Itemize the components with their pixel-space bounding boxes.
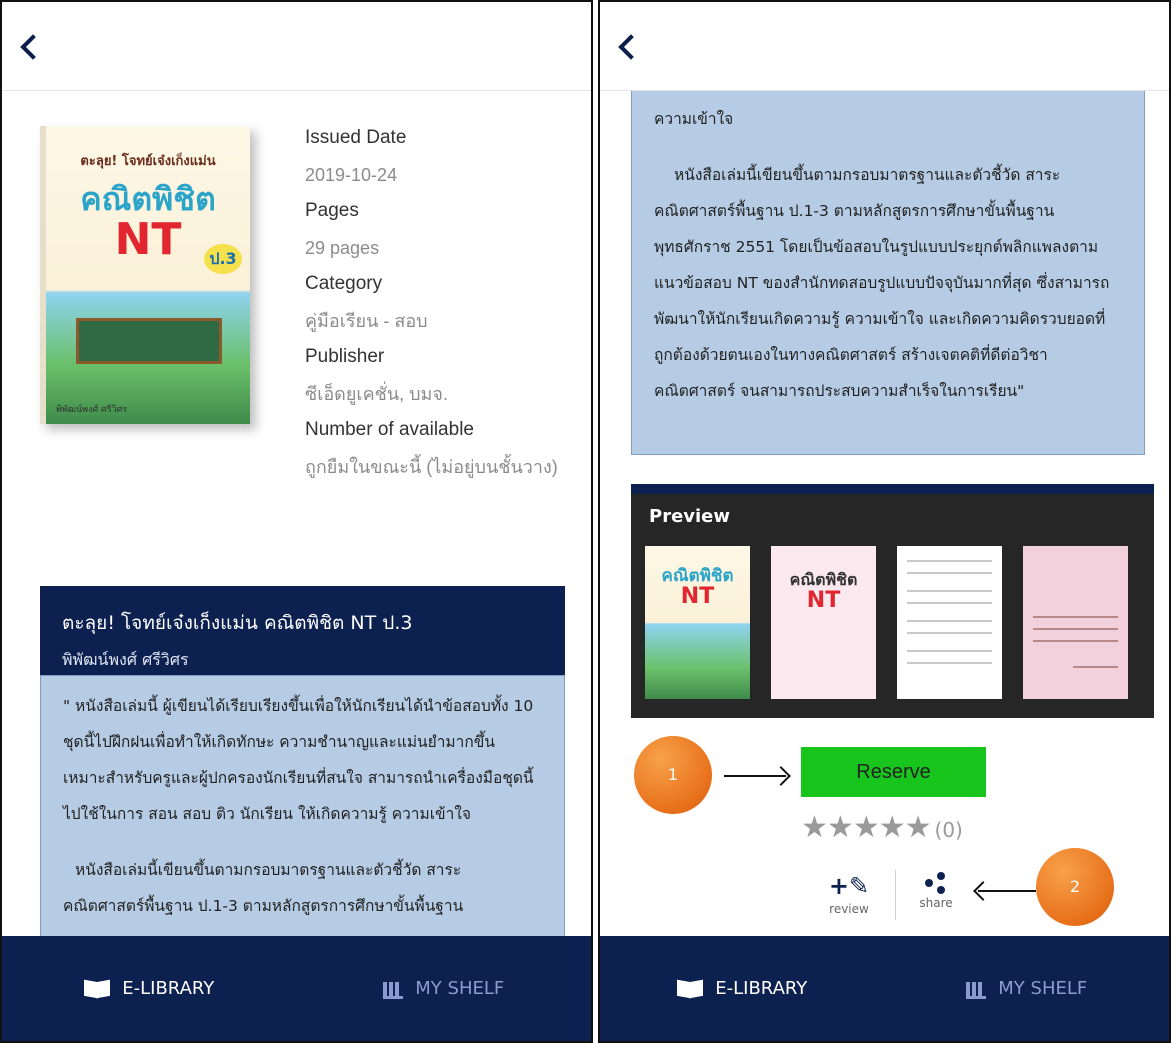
action-divider [895,870,896,920]
nav-elibrary-label: E-LIBRARY [122,978,215,999]
share-action[interactable]: share [913,872,959,910]
open-book-icon [84,981,110,997]
bookshelf-icon [383,978,404,999]
book-title-card: ตะลุย! โจทย์เจ๋งเก็งแม่น คณิตพิชิต NT ป.… [40,586,565,683]
cover-grade-badge: ป.3 [204,244,242,274]
bookshelf-icon [966,978,987,999]
book-description: ความเข้าใจ หนังสือเล่มนี้เขียนขึ้นตามกรอ… [631,62,1145,455]
preview-label: Preview [649,506,731,527]
description-paragraph: " หนังสือเล่มนี้ ผู้เขียนได้เรียบเรียงขึ… [63,697,534,823]
callout-badge-1: 1 [634,736,712,814]
description-paragraph: หนังสือเล่มนี้เขียนขึ้นตามกรอบมาตรฐานและ… [63,861,464,915]
preview-thumbnails: คณิตพิชิต NT คณิตพิชิต NT [645,546,1128,699]
rating-count: (0) [934,818,963,842]
thumb-nt: NT [680,584,715,609]
star-icon[interactable]: ★ [853,810,880,845]
top-bar [600,2,1169,91]
star-icon[interactable]: ★ [879,810,906,845]
callout-arrow-1 [724,775,786,777]
top-bar [2,2,591,91]
rating-stars[interactable]: ★★★★★ (0) [801,810,963,845]
cover-author: พิพัฒน์พงศ์ ศรีวิศร [56,405,128,415]
add-review-pencil-icon: +✎ [828,872,870,900]
meta-value-publisher: ซีเอ็ดยูเคชั่น, บมจ. [305,384,448,404]
preview-thumbnail[interactable] [1023,546,1128,699]
left-phone-screen: ตะลุย! โจทย์เจ๋งเก็งแม่น คณิตพิชิต NT ป.… [0,0,593,1043]
meta-label-available: Number of available [305,419,474,440]
preview-panel: Preview คณิตพิชิต NT คณิตพิชิต NT [631,484,1154,718]
book-cover: ตะลุย! โจทย์เจ๋งเก็งแม่น คณิตพิชิต NT ป.… [40,126,250,424]
thumb-nt: NT [806,588,841,613]
meta-value-pages: 29 pages [305,238,380,258]
meta-label-issued: Issued Date [305,127,407,148]
review-action[interactable]: +✎ review [824,872,874,916]
nav-myshelf[interactable]: MY SHELF [297,978,592,999]
back-chevron-icon[interactable] [618,34,644,60]
meta-label-pages: Pages [305,200,359,221]
bottom-nav: E-LIBRARY MY SHELF [2,936,591,1041]
star-icon[interactable]: ★ [905,810,932,845]
open-book-icon [677,981,703,997]
cover-subtitle: ตะลุย! โจทย์เจ๋งเก็งแม่น [80,154,216,169]
nav-elibrary[interactable]: E-LIBRARY [600,978,885,999]
star-icon[interactable]: ★ [827,810,854,845]
review-label: review [829,902,869,916]
reserve-button[interactable]: Reserve [801,747,986,797]
nav-elibrary-label: E-LIBRARY [715,978,808,999]
callout-badge-2: 2 [1036,848,1114,926]
meta-label-category: Category [305,273,383,294]
bottom-nav: E-LIBRARY MY SHELF [600,936,1169,1041]
book-author: พิพัฒน์พงศ์ ศรีวิศร [62,650,189,669]
share-label: share [919,896,953,910]
meta-value-issued: 2019-10-24 [305,165,398,185]
star-icon[interactable]: ★ [801,810,828,845]
callout-arrow-2 [978,890,1036,892]
back-chevron-icon[interactable] [20,34,46,60]
description-paragraph: ความเข้าใจ [654,110,734,128]
preview-thumbnail[interactable] [897,546,1002,699]
share-icon [925,872,947,894]
meta-value-category: คู่มือเรียน - สอบ [305,311,428,331]
book-metadata: Issued Date 2019-10-24 Pages 29 pages Ca… [305,119,575,484]
meta-label-publisher: Publisher [305,346,385,367]
description-paragraph: หนังสือเล่มนี้เขียนขึ้นตามกรอบมาตรฐานและ… [654,166,1110,400]
nav-myshelf[interactable]: MY SHELF [885,978,1170,999]
nav-myshelf-label: MY SHELF [415,978,505,999]
cover-chalkboard-illustration [76,318,222,364]
preview-thumbnail[interactable]: คณิตพิชิต NT [645,546,750,699]
book-title: ตะลุย! โจทย์เจ๋งเก็งแม่น คณิตพิชิต NT ป.… [62,612,413,634]
nav-myshelf-label: MY SHELF [998,978,1088,999]
meta-value-available: ถูกยืมในขณะนี้ (ไม่อยู่บนชั้นวาง) [305,457,558,477]
nav-elibrary[interactable]: E-LIBRARY [2,978,297,999]
right-phone-screen: ความเข้าใจ หนังสือเล่มนี้เขียนขึ้นตามกรอ… [598,0,1171,1043]
preview-thumbnail[interactable]: คณิตพิชิต NT [771,546,876,699]
